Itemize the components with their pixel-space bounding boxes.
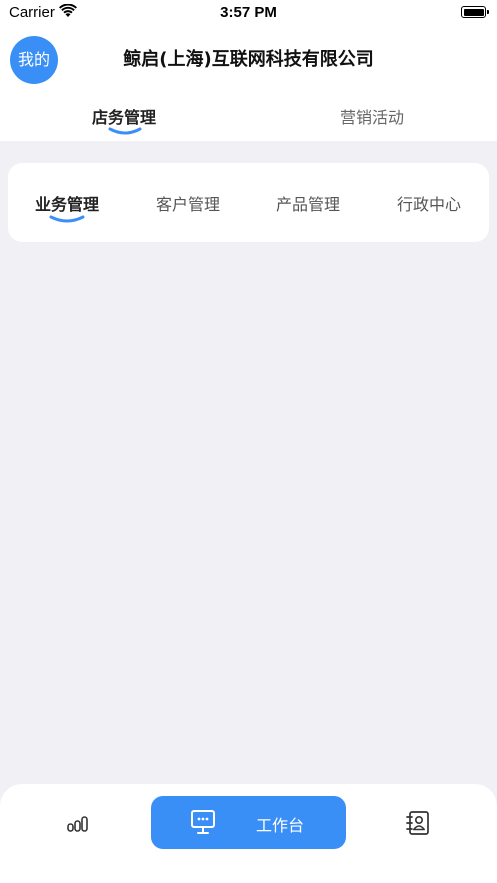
contact-book-icon[interactable]	[405, 810, 431, 840]
subtab-label: 客户管理	[155, 195, 220, 214]
monitor-icon	[190, 809, 216, 839]
active-subtab-indicator	[49, 215, 85, 223]
battery-icon	[461, 6, 489, 18]
workbench-label: 工作台	[256, 816, 305, 835]
subtab-customer-management[interactable]: 客户管理	[138, 191, 238, 215]
subtab-admin-center[interactable]: 行政中心	[379, 191, 479, 215]
active-tab-indicator	[108, 127, 142, 135]
bottom-navigation: 工作台	[0, 784, 497, 883]
clock: 3:57 PM	[220, 4, 277, 21]
subtab-label: 行政中心	[396, 195, 461, 214]
workbench-button[interactable]: 工作台	[151, 796, 346, 849]
subtab-label: 业务管理	[34, 195, 99, 214]
status-bar: Carrier 3:57 PM	[0, 0, 497, 26]
bar-chart-icon[interactable]	[60, 812, 96, 836]
subtab-business-management[interactable]: 业务管理	[17, 191, 117, 223]
header: 我的 鲸启(上海)互联网科技有限公司 店务管理 营销活动	[0, 26, 497, 141]
tab-store-management[interactable]: 店务管理	[44, 104, 204, 135]
tab-label: 营销活动	[339, 108, 404, 127]
subtab-label: 产品管理	[275, 195, 340, 214]
subtab-product-management[interactable]: 产品管理	[258, 191, 358, 215]
company-name: 鲸启(上海)互联网科技有限公司	[123, 49, 374, 70]
tab-marketing[interactable]: 营销活动	[292, 104, 452, 128]
sub-tab-bar: 业务管理 客户管理 产品管理 行政中心	[8, 163, 489, 242]
tab-label: 店务管理	[91, 108, 156, 127]
